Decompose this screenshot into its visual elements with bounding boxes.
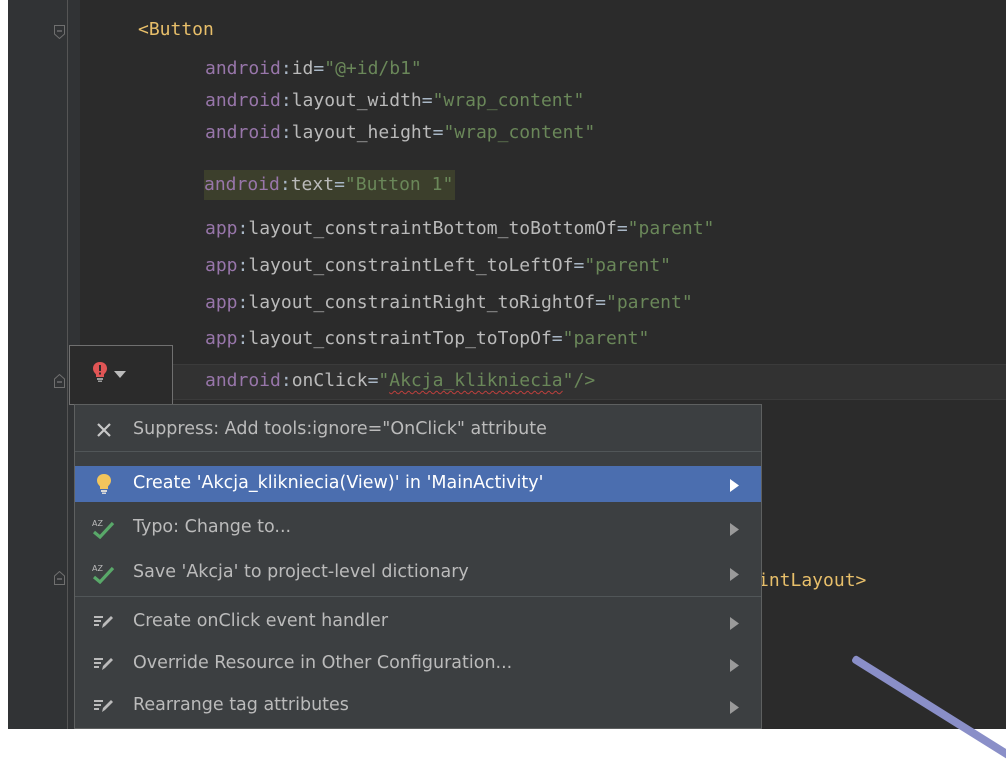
code-line[interactable]: app:layout_constraintLeft_toLeftOf="pare… <box>205 251 671 281</box>
attr-namespace: android <box>205 370 281 391</box>
spellcheck-icon: AZ <box>91 561 117 585</box>
attr-value: "wrap_content" <box>432 90 585 111</box>
attr-namespace: app <box>205 255 238 276</box>
attr-value: "parent" <box>605 292 693 313</box>
attr-namespace: android <box>205 122 281 143</box>
attr-namespace: android <box>204 174 280 195</box>
attr-name: layout_constraintBottom_toBottomOf <box>248 218 617 239</box>
lightbulb-icon <box>91 472 117 496</box>
attr-value: "Button 1" <box>344 174 454 195</box>
attr-value: "parent" <box>562 328 650 349</box>
code-line-highlighted[interactable]: android:text="Button 1" <box>204 170 456 200</box>
menu-separator <box>75 451 761 452</box>
submenu-arrow-icon <box>730 699 739 719</box>
menu-separator <box>75 596 761 597</box>
attr-name: layout_constraintTop_toTopOf <box>248 328 552 349</box>
attr-value: "parent" <box>627 218 715 239</box>
submenu-arrow-icon <box>730 615 739 635</box>
submenu-arrow-icon <box>730 521 739 541</box>
intention-actions-popup[interactable]: Suppress: Add tools:ignore="OnClick" att… <box>74 404 762 729</box>
intention-actions-button[interactable] <box>69 345 173 405</box>
attr-name: onClick <box>291 370 368 391</box>
attr-name: text <box>290 174 335 195</box>
attr-value-close: "/> <box>562 370 596 391</box>
fold-close-icon[interactable] <box>54 374 65 388</box>
svg-text:AZ: AZ <box>92 519 103 528</box>
attr-namespace: app <box>205 328 238 349</box>
attr-namespace: android <box>205 90 281 111</box>
attr-name: layout_height <box>291 122 433 143</box>
attr-value: "wrap_content" <box>443 122 596 143</box>
spellcheck-icon: AZ <box>91 516 117 540</box>
attr-value-quote: " <box>378 370 390 391</box>
menu-item-rearrange-attributes[interactable]: Rearrange tag attributes <box>75 688 761 724</box>
menu-item-suppress[interactable]: Suppress: Add tools:ignore="OnClick" att… <box>75 412 761 448</box>
edit-icon <box>91 652 117 676</box>
code-line[interactable]: android:id="@+id/b1" <box>205 54 422 84</box>
gutter-divider <box>67 0 68 729</box>
menu-item-label: Create onClick event handler <box>133 611 389 631</box>
code-line[interactable]: <Button <box>138 15 214 45</box>
attr-name: id <box>291 58 314 79</box>
menu-item-override-resource[interactable]: Override Resource in Other Configuration… <box>75 646 761 682</box>
menu-item-label: Typo: Change to... <box>133 517 292 537</box>
attr-name: layout_constraintLeft_toLeftOf <box>248 255 574 276</box>
edit-icon <box>91 610 117 634</box>
typo-value[interactable]: Akcja_klikniecia <box>389 370 562 391</box>
attr-namespace: app <box>205 218 238 239</box>
code-line-closing-tag[interactable]: intLayout> <box>758 566 866 596</box>
menu-item-label: Create 'Akcja_klikniecia(View)' in 'Main… <box>133 473 544 493</box>
code-line[interactable]: app:layout_constraintTop_toTopOf="parent… <box>205 324 649 354</box>
attr-namespace: app <box>205 292 238 313</box>
code-line[interactable]: app:layout_constraintBottom_toBottomOf="… <box>205 214 714 244</box>
submenu-arrow-icon <box>730 477 739 497</box>
menu-item-label: Save 'Akcja' to project-level dictionary <box>133 562 469 582</box>
error-bulb-icon <box>93 362 107 382</box>
submenu-arrow-icon <box>730 657 739 677</box>
edit-icon <box>91 694 117 718</box>
attr-namespace: android <box>205 58 281 79</box>
attr-name: layout_constraintRight_toRightOf <box>248 292 596 313</box>
chevron-down-icon <box>114 371 126 378</box>
attr-name: layout_width <box>291 90 422 111</box>
menu-item-create-method[interactable]: Create 'Akcja_klikniecia(View)' in 'Main… <box>75 466 761 502</box>
code-line[interactable]: android:layout_width="wrap_content" <box>205 86 584 116</box>
menu-item-label: Rearrange tag attributes <box>133 695 349 715</box>
menu-item-create-handler[interactable]: Create onClick event handler <box>75 604 761 640</box>
svg-text:AZ: AZ <box>92 564 103 573</box>
menu-item-typo-change[interactable]: AZ Typo: Change to... <box>75 510 761 546</box>
fold-open-icon[interactable] <box>54 25 65 39</box>
close-icon <box>91 418 117 442</box>
code-line[interactable]: app:layout_constraintRight_toRightOf="pa… <box>205 288 693 318</box>
xml-tag: <Button <box>138 19 214 40</box>
menu-item-label: Suppress: Add tools:ignore="OnClick" att… <box>133 419 547 439</box>
code-line[interactable]: android:layout_height="wrap_content" <box>205 118 595 148</box>
attr-value: "@+id/b1" <box>324 58 422 79</box>
fold-close-icon[interactable] <box>54 571 65 585</box>
submenu-arrow-icon <box>730 566 739 586</box>
attr-value: "parent" <box>584 255 672 276</box>
menu-item-save-dictionary[interactable]: AZ Save 'Akcja' to project-level diction… <box>75 555 761 591</box>
menu-item-label: Override Resource in Other Configuration… <box>133 653 513 673</box>
xml-tag: intLayout> <box>758 570 867 591</box>
code-line-error[interactable]: android:onClick="Akcja_klikniecia"/> <box>205 366 595 396</box>
